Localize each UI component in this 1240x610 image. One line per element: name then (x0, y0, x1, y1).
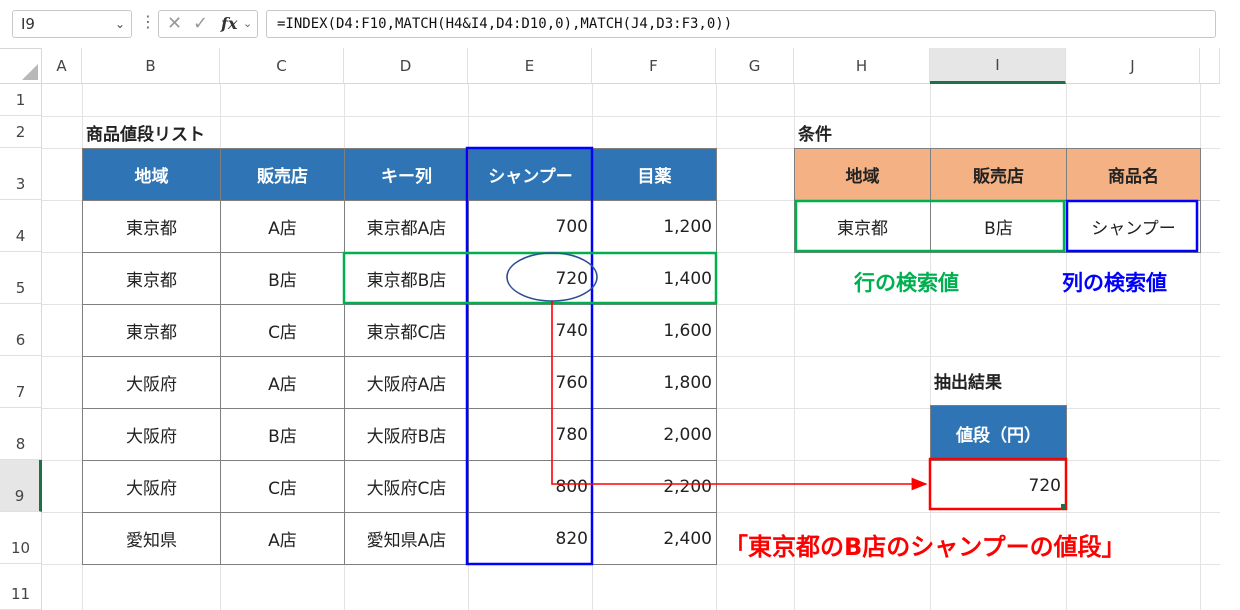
result-header[interactable]: 値段（円） (930, 405, 1067, 461)
condition-header-store[interactable]: 販売店 (930, 148, 1067, 201)
table-cell[interactable]: 1,600 (592, 304, 717, 357)
table-cell[interactable]: 大阪府A店 (344, 356, 469, 409)
header-store[interactable]: 販売店 (220, 148, 345, 201)
result-value[interactable]: 720 (930, 460, 1067, 512)
table-cell[interactable]: A店 (220, 200, 345, 253)
table-cell[interactable]: 東京都 (82, 200, 221, 253)
row-header-8[interactable]: 8 (0, 408, 42, 460)
row-header-9[interactable]: 9 (0, 460, 42, 512)
column-header-b[interactable]: B (82, 48, 220, 84)
condition-value-product[interactable]: シャンプー (1066, 200, 1201, 253)
table-title: 商品値段リスト (86, 124, 205, 145)
table-cell[interactable]: 780 (468, 408, 593, 461)
enter-icon[interactable]: ✓ (193, 13, 208, 34)
table-cell[interactable]: 1,800 (592, 356, 717, 409)
name-box[interactable]: I9 ⌄ (12, 10, 132, 38)
table-cell[interactable]: 820 (468, 512, 593, 565)
row-header-6[interactable]: 6 (0, 304, 42, 356)
row-header-2[interactable]: 2 (0, 116, 42, 148)
table-cell[interactable]: B店 (220, 252, 345, 305)
formula-buttons: ✕ ✓ fx ⌄ (158, 10, 258, 38)
table-cell[interactable]: C店 (220, 304, 345, 357)
table-cell[interactable]: 760 (468, 356, 593, 409)
table-cell[interactable]: 大阪府C店 (344, 460, 469, 513)
row-header-3[interactable]: 3 (0, 148, 42, 200)
table-cell[interactable]: A店 (220, 512, 345, 565)
table-cell[interactable]: 大阪府 (82, 356, 221, 409)
table-cell[interactable]: 大阪府B店 (344, 408, 469, 461)
table-cell[interactable]: 740 (468, 304, 593, 357)
table-cell[interactable]: 東京都A店 (344, 200, 469, 253)
result-title: 抽出結果 (934, 372, 1002, 393)
row-lookup-label: 行の検索値 (854, 271, 959, 295)
column-header-d[interactable]: D (344, 48, 468, 84)
table-cell[interactable]: A店 (220, 356, 345, 409)
column-header-e[interactable]: E (468, 48, 592, 84)
table-cell[interactable]: 東京都C店 (344, 304, 469, 357)
table-cell[interactable]: 1,400 (592, 252, 717, 305)
table-cell[interactable]: 2,000 (592, 408, 717, 461)
table-cell[interactable]: 愛知県 (82, 512, 221, 565)
insert-function-icon[interactable]: fx (221, 14, 237, 33)
formula-input[interactable]: =INDEX(D4:F10,MATCH(H4&I4,D4:D10,0),MATC… (266, 10, 1216, 38)
table-cell[interactable]: 大阪府 (82, 460, 221, 513)
row-header-11[interactable]: 11 (0, 564, 42, 610)
col-lookup-label: 列の検索値 (1062, 271, 1167, 295)
column-header-g[interactable]: G (716, 48, 794, 84)
result-note: 「東京都のB店のシャンプーの値段」 (724, 532, 1126, 561)
row-header-1[interactable]: 1 (0, 84, 42, 116)
more-options-icon[interactable]: ⋮ (140, 12, 156, 31)
chevron-down-icon[interactable]: ⌄ (243, 17, 252, 30)
row-header-10[interactable]: 10 (0, 512, 42, 564)
column-header-h[interactable]: H (794, 48, 930, 84)
column-header-a[interactable]: A (42, 48, 82, 84)
column-header-k[interactable] (1200, 48, 1220, 84)
condition-header-region[interactable]: 地域 (794, 148, 931, 201)
row-header-5[interactable]: 5 (0, 252, 42, 304)
column-header-i[interactable]: I (930, 48, 1066, 84)
chevron-down-icon[interactable]: ⌄ (115, 11, 125, 37)
condition-header-product[interactable]: 商品名 (1066, 148, 1201, 201)
formula-bar: I9 ⌄ ⋮ ✕ ✓ fx ⌄ =INDEX(D4:F10,MATCH(H4&I… (0, 0, 1220, 49)
cancel-icon[interactable]: ✕ (167, 13, 182, 34)
table-cell[interactable]: C店 (220, 460, 345, 513)
header-key[interactable]: キー列 (344, 148, 469, 201)
row-header-7[interactable]: 7 (0, 356, 42, 408)
table-cell[interactable]: 700 (468, 200, 593, 253)
conditions-title: 条件 (798, 124, 832, 145)
table-cell[interactable]: 1,200 (592, 200, 717, 253)
condition-value-store[interactable]: B店 (930, 200, 1067, 253)
table-cell[interactable]: 東京都 (82, 304, 221, 357)
table-cell[interactable]: 720 (468, 252, 593, 305)
name-box-value: I9 (21, 15, 35, 33)
condition-value-region[interactable]: 東京都 (794, 200, 931, 253)
table-cell[interactable]: 東京都 (82, 252, 221, 305)
table-cell[interactable]: B店 (220, 408, 345, 461)
header-eyedrops[interactable]: 目薬 (592, 148, 717, 201)
vertical-scrollbar[interactable] (1220, 0, 1240, 610)
table-cell[interactable]: 800 (468, 460, 593, 513)
table-cell[interactable]: 愛知県A店 (344, 512, 469, 565)
select-all-button[interactable] (0, 48, 42, 84)
row-header-4[interactable]: 4 (0, 200, 42, 252)
table-cell[interactable]: 2,400 (592, 512, 717, 565)
column-header-c[interactable]: C (220, 48, 344, 84)
table-cell[interactable]: 東京都B店 (344, 252, 469, 305)
header-shampoo[interactable]: シャンプー (468, 148, 593, 201)
table-cell[interactable]: 2,200 (592, 460, 717, 513)
column-header-j[interactable]: J (1066, 48, 1200, 84)
column-header-f[interactable]: F (592, 48, 716, 84)
table-cell[interactable]: 大阪府 (82, 408, 221, 461)
header-region[interactable]: 地域 (82, 148, 221, 201)
